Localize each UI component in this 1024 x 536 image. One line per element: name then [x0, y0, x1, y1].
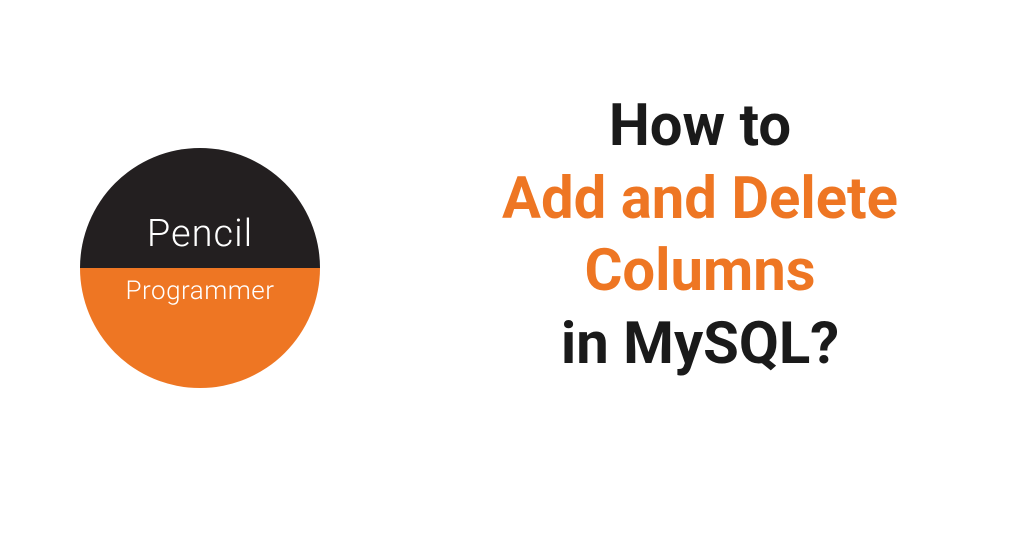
- logo-bottom-text: Programmer: [125, 276, 274, 306]
- heading-line-3-highlight: Columns: [584, 237, 815, 305]
- logo-top-half: Pencil: [80, 148, 320, 268]
- pencil-programmer-logo: Pencil Programmer: [80, 148, 320, 388]
- heading-line-2-highlight: Add and Delete: [502, 165, 898, 233]
- heading-line-4: in MySQL?: [561, 310, 839, 378]
- heading-line-1: How to: [609, 92, 791, 160]
- article-title: How to Add and Delete Columns in MySQL?: [420, 90, 980, 380]
- logo-bottom-half: Programmer: [80, 268, 320, 388]
- logo-top-text: Pencil: [147, 212, 253, 256]
